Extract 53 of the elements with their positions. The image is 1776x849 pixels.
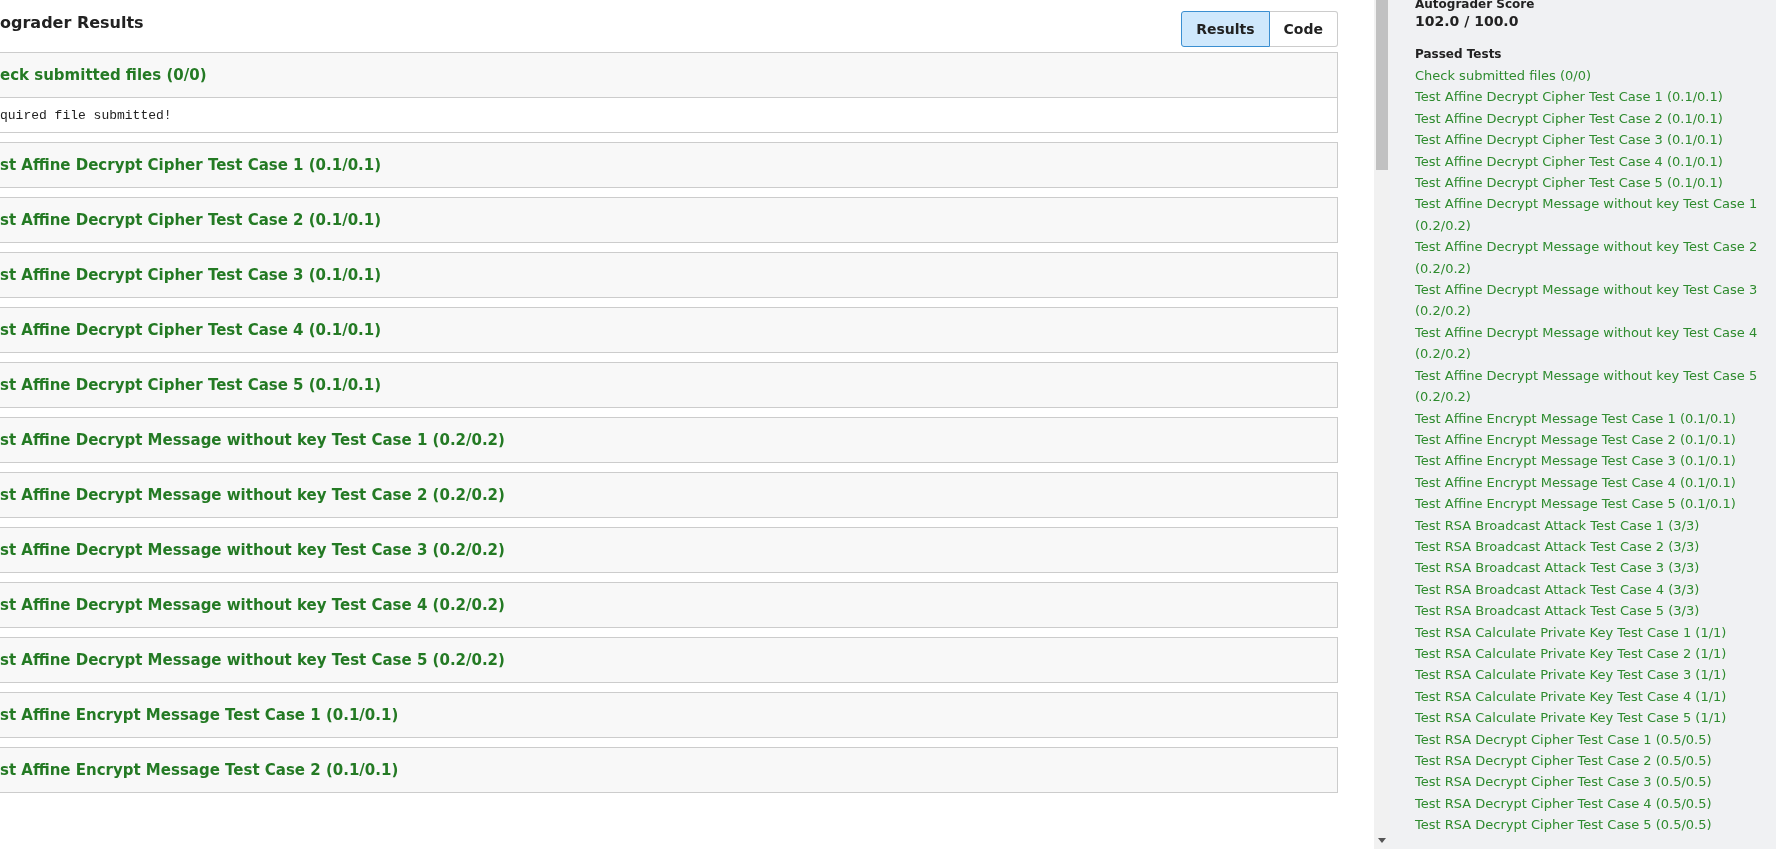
test-link[interactable]: Test Affine Encrypt Message Test Case 1 (0.1/0.1) bbox=[1415, 407, 1736, 429]
test-link[interactable]: Test RSA Decrypt Cipher Test Case 2 (0.5/0.5) bbox=[1415, 750, 1712, 772]
view-tab[interactable]: Code bbox=[1269, 11, 1338, 47]
test-link[interactable]: Test Affine Decrypt Cipher Test Case 1 (0.1/0.1) bbox=[1415, 86, 1723, 108]
test-title[interactable]: st Affine Decrypt Cipher Test Case 5 (0.1/0.1) bbox=[0, 363, 1337, 407]
view-tab[interactable]: Results bbox=[1181, 11, 1270, 47]
test-title[interactable]: st Affine Decrypt Cipher Test Case 3 (0.1/0.1) bbox=[0, 253, 1337, 297]
test-title[interactable]: st Affine Encrypt Message Test Case 2 (0.1/0.1) bbox=[0, 748, 1337, 792]
test-link[interactable]: Test Affine Decrypt Cipher Test Case 3 (0.1/0.1) bbox=[1415, 129, 1723, 151]
test-link[interactable]: Test RSA Decrypt Cipher Test Case 1 (0.5/0.5) bbox=[1415, 728, 1712, 750]
test-title[interactable]: st Affine Decrypt Message without key Test Case 4 (0.2/0.2) bbox=[0, 583, 1337, 627]
test-link[interactable]: Test RSA Broadcast Attack Test Case 3 (3/3) bbox=[1415, 557, 1700, 579]
test-link[interactable]: Test Affine Decrypt Cipher Test Case 5 (0.1/0.1) bbox=[1415, 172, 1723, 194]
score-value: 102.0 / 100.0 bbox=[1415, 12, 1519, 30]
test-link[interactable]: Test RSA Broadcast Attack Test Case 1 (3/3) bbox=[1415, 514, 1700, 536]
test-link[interactable]: Test RSA Calculate Private Key Test Case 1 (1/1) bbox=[1415, 621, 1727, 643]
test-title[interactable]: st Affine Encrypt Message Test Case 1 (0.1/0.1) bbox=[0, 693, 1337, 737]
test-title[interactable]: st Affine Decrypt Cipher Test Case 2 (0.1/0.1) bbox=[0, 198, 1337, 242]
test-output: quired file submitted! bbox=[0, 97, 1337, 132]
test-link[interactable]: Test Affine Decrypt Cipher Test Case 4 (0.1/0.1) bbox=[1415, 150, 1723, 173]
test-link[interactable]: Test Affine Decrypt Cipher Test Case 2 (0.1/0.1) bbox=[1415, 107, 1723, 130]
test-link[interactable]: Test Affine Encrypt Message Test Case 3 (0.1/0.1) bbox=[1415, 450, 1736, 472]
test-link[interactable]: Test Affine Encrypt Message Test Case 5 (0.1/0.1) bbox=[1415, 493, 1736, 515]
test-link[interactable]: Test RSA Broadcast Attack Test Case 4 (3/3) bbox=[1415, 578, 1700, 601]
test-link[interactable]: Test Affine Decrypt Message without key Test Case 1 (0.2/0.2) bbox=[1415, 193, 1770, 237]
test-link[interactable]: Test Affine Decrypt Message without key Test Case 5 (0.2/0.2) bbox=[1415, 364, 1770, 408]
test-title[interactable]: st Affine Decrypt Cipher Test Case 1 (0.1/0.1) bbox=[0, 143, 1337, 187]
test-title[interactable]: st Affine Decrypt Cipher Test Case 4 (0.1/0.1) bbox=[0, 308, 1337, 352]
test-title[interactable]: st Affine Decrypt Message without key Test Case 5 (0.2/0.2) bbox=[0, 638, 1337, 682]
test-link[interactable]: Test RSA Decrypt Cipher Test Case 4 (0.5/0.5) bbox=[1415, 792, 1712, 815]
test-title[interactable]: eck submitted files (0/0) bbox=[0, 53, 1337, 97]
test-link[interactable]: Test RSA Calculate Private Key Test Case 4 (1/1) bbox=[1415, 685, 1727, 708]
test-title[interactable]: st Affine Decrypt Message without key Test Case 1 (0.2/0.2) bbox=[0, 418, 1337, 462]
section-title: ograder Results bbox=[0, 13, 144, 32]
test-link[interactable]: Test RSA Calculate Private Key Test Case 5 (1/1) bbox=[1415, 707, 1727, 729]
test-link[interactable]: Test RSA Decrypt Cipher Test Case 3 (0.5/0.5) bbox=[1415, 771, 1712, 793]
test-link[interactable]: Check submitted files (0/0) bbox=[1415, 65, 1591, 87]
test-title[interactable]: st Affine Decrypt Message without key Test Case 2 (0.2/0.2) bbox=[0, 473, 1337, 517]
test-link[interactable]: Test RSA Broadcast Attack Test Case 5 (3/3) bbox=[1415, 600, 1700, 622]
test-link[interactable]: Test Affine Decrypt Message without key Test Case 2 (0.2/0.2) bbox=[1415, 236, 1770, 280]
test-link[interactable]: Test Affine Decrypt Message without key Test Case 3 (0.2/0.2) bbox=[1415, 279, 1770, 322]
test-link[interactable]: Test Affine Decrypt Message without key Test Case 4 (0.2/0.2) bbox=[1415, 321, 1770, 365]
scrollbar-thumb[interactable] bbox=[1376, 0, 1388, 170]
scrollbar[interactable] bbox=[1374, 0, 1390, 849]
test-link[interactable]: Test RSA Decrypt Cipher Test Case 5 (0.5/0.5) bbox=[1415, 814, 1712, 836]
test-link[interactable]: Test Affine Encrypt Message Test Case 4 (0.1/0.1) bbox=[1415, 471, 1736, 494]
test-link[interactable]: Test RSA Calculate Private Key Test Case 3 (1/1) bbox=[1415, 664, 1727, 686]
test-link[interactable]: Test RSA Calculate Private Key Test Case 2 (1/1) bbox=[1415, 642, 1727, 665]
passed-tests-heading: Passed Tests bbox=[1415, 47, 1502, 62]
test-link[interactable]: Test Affine Encrypt Message Test Case 2 (0.1/0.1) bbox=[1415, 428, 1736, 451]
test-link[interactable]: Test RSA Broadcast Attack Test Case 2 (3/3) bbox=[1415, 535, 1700, 558]
scroll-down-icon[interactable] bbox=[1378, 838, 1386, 843]
test-title[interactable]: st Affine Decrypt Message without key Test Case 3 (0.2/0.2) bbox=[0, 528, 1337, 572]
